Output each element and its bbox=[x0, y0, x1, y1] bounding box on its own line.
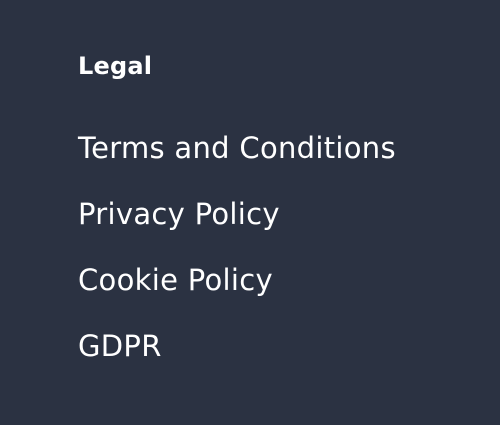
legal-links-list: Terms and Conditions Privacy Policy Cook… bbox=[78, 129, 396, 393]
cookie-policy-link[interactable]: Cookie Policy bbox=[78, 261, 273, 299]
gdpr-link[interactable]: GDPR bbox=[78, 327, 162, 365]
terms-and-conditions-link[interactable]: Terms and Conditions bbox=[78, 129, 396, 167]
list-item: Cookie Policy bbox=[78, 261, 396, 327]
list-item: GDPR bbox=[78, 327, 396, 393]
legal-heading: Legal bbox=[78, 52, 153, 80]
list-item: Terms and Conditions bbox=[78, 129, 396, 195]
privacy-policy-link[interactable]: Privacy Policy bbox=[78, 195, 280, 233]
legal-footer-column: Legal Terms and Conditions Privacy Polic… bbox=[0, 0, 500, 425]
list-item: Privacy Policy bbox=[78, 195, 396, 261]
